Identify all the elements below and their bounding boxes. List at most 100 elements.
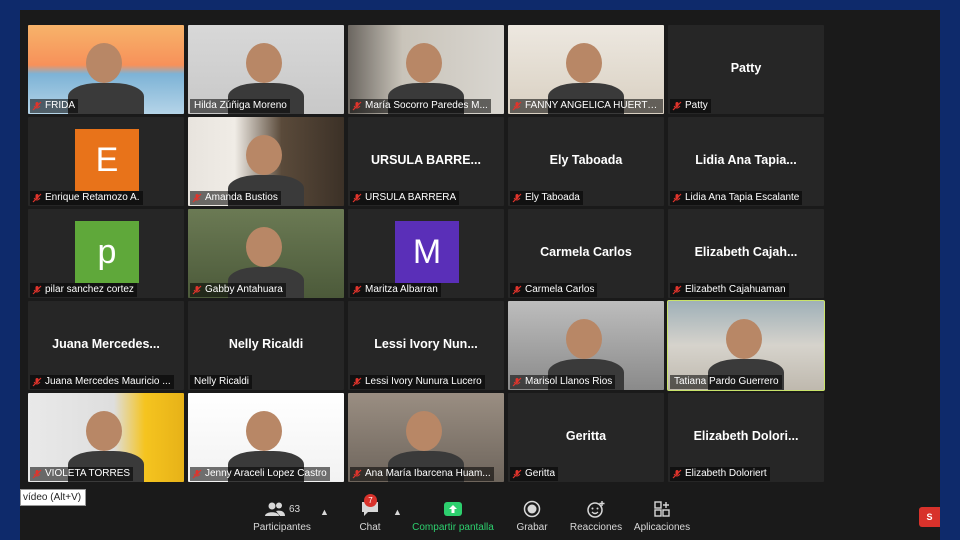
participant-tile[interactable]: Elizabeth Dolori... Elizabeth Doloriert: [668, 393, 824, 482]
participant-tile[interactable]: M Maritza Albarran: [348, 209, 504, 298]
muted-mic-icon: [32, 285, 42, 295]
muted-mic-icon: [192, 193, 202, 203]
participant-name-label: FRIDA: [30, 99, 78, 113]
participant-tile[interactable]: Hilda Zúñiga Moreno: [188, 25, 344, 114]
participants-count: 63: [288, 503, 301, 515]
participants-caret-icon[interactable]: ▲: [320, 507, 329, 517]
participant-name: Juana Mercedes Mauricio ...: [45, 376, 171, 387]
participant-name: Tatiana Pardo Guerrero: [674, 376, 779, 387]
participant-name-label: URSULA BARRERA: [350, 191, 460, 205]
reactions-button[interactable]: Reacciones: [568, 497, 624, 537]
participant-name: Gabby Antahuara: [205, 284, 283, 295]
end-meeting-button[interactable]: S: [919, 507, 940, 527]
participant-tile[interactable]: FANNY ANGELICA HUERTO...: [508, 25, 664, 114]
participant-name-label: Jenny Araceli Lopez Castro: [190, 467, 330, 481]
reactions-label: Reacciones: [569, 522, 623, 533]
muted-mic-icon: [352, 469, 362, 479]
participant-tile[interactable]: Ely Taboada Ely Taboada: [508, 117, 664, 206]
participant-face: [246, 43, 282, 83]
participant-tile[interactable]: Ana María Ibarcena Huam...: [348, 393, 504, 482]
participant-display-name: Nelly Ricaldi: [228, 337, 304, 351]
participant-tile[interactable]: Geritta Geritta: [508, 393, 664, 482]
participant-tile[interactable]: María Socorro Paredes M...: [348, 25, 504, 114]
participant-tile[interactable]: Tatiana Pardo Guerrero: [667, 300, 825, 391]
muted-mic-icon: [672, 193, 682, 203]
reactions-icon: [587, 501, 605, 518]
apps-button[interactable]: Aplicaciones: [632, 497, 692, 537]
video-tooltip: vídeo (Alt+V): [20, 489, 87, 506]
participant-display-name: Geritta: [565, 429, 607, 443]
muted-mic-icon: [32, 193, 42, 203]
participant-tile[interactable]: Lidia Ana Tapia... Lidia Ana Tapia Escala…: [668, 117, 824, 206]
participant-name-label: Nelly Ricaldi: [190, 375, 253, 389]
participant-gallery: FRIDA Hilda Zúñiga Moreno María Socorro Pa…: [28, 25, 826, 483]
participant-tile[interactable]: URSULA BARRE... URSULA BARRERA: [348, 117, 504, 206]
participant-tile[interactable]: Nelly Ricaldi Nelly Ricaldi: [188, 301, 344, 390]
muted-mic-icon: [352, 377, 362, 387]
participant-tile[interactable]: FRIDA: [28, 25, 184, 114]
participant-name: Elizabeth Cajahuaman: [685, 284, 786, 295]
participant-tile[interactable]: Lessi Ivory Nun... Lessi Ivory Nunura Luc…: [348, 301, 504, 390]
share-screen-icon: [444, 502, 462, 516]
participant-name: Elizabeth Doloriert: [685, 468, 767, 479]
participant-tile[interactable]: Marisol Llanos Rios: [508, 301, 664, 390]
participant-name-label: Patty: [670, 99, 711, 113]
participant-avatar: E: [75, 129, 139, 191]
participants-button[interactable]: 63 Participantes: [250, 497, 314, 537]
participant-name-label: Hilda Zúñiga Moreno: [190, 99, 290, 113]
share-screen-button[interactable]: Compartir pantalla: [410, 497, 496, 537]
record-button[interactable]: Grabar: [510, 497, 554, 537]
participant-tile[interactable]: VIOLETA TORRES: [28, 393, 184, 482]
participant-name: pilar sanchez cortez: [45, 284, 134, 295]
participant-name-label: Maritza Albarran: [350, 283, 441, 297]
participant-name: Lidia Ana Tapia Escalante: [685, 192, 800, 203]
participant-name-label: Carmela Carlos: [510, 283, 598, 297]
chat-label: Chat: [359, 522, 381, 533]
participant-display-name: URSULA BARRE...: [371, 153, 481, 167]
participant-tile[interactable]: Patty Patty: [668, 25, 824, 114]
chat-caret-icon[interactable]: ▲: [393, 507, 402, 517]
participant-tile[interactable]: Elizabeth Cajah... Elizabeth Cajahuaman: [668, 209, 824, 298]
participant-name-label: Amanda Bustios: [190, 191, 281, 205]
participant-tile[interactable]: Jenny Araceli Lopez Castro: [188, 393, 344, 482]
participant-name: Patty: [685, 100, 708, 111]
participant-name-label: Ely Taboada: [510, 191, 583, 205]
muted-mic-icon: [512, 377, 522, 387]
participant-tile[interactable]: Amanda Bustios: [188, 117, 344, 206]
apps-label: Aplicaciones: [633, 522, 691, 533]
participant-display-name: Carmela Carlos: [540, 245, 632, 259]
participant-tile[interactable]: E Enrique Retamozo A.: [28, 117, 184, 206]
participant-name: FRIDA: [45, 100, 75, 111]
participant-body: [68, 83, 144, 114]
participant-name-label: Lidia Ana Tapia Escalante: [670, 191, 803, 205]
record-icon: [523, 500, 541, 518]
participant-tile[interactable]: p pilar sanchez cortez: [28, 209, 184, 298]
muted-mic-icon: [512, 101, 522, 111]
participant-face: [86, 43, 122, 83]
participant-face: [406, 43, 442, 83]
participant-face: [246, 135, 282, 175]
chat-button[interactable]: 7 Chat: [350, 494, 390, 537]
participant-name: Ana María Ibarcena Huam...: [365, 468, 491, 479]
participant-tile[interactable]: Gabby Antahuara: [188, 209, 344, 298]
participant-name-label: Juana Mercedes Mauricio ...: [30, 375, 174, 389]
participant-name-label: Geritta: [510, 467, 559, 481]
participant-name: Ely Taboada: [525, 192, 580, 203]
participant-display-name: Elizabeth Dolori...: [693, 429, 799, 443]
muted-mic-icon: [32, 101, 42, 111]
participant-name-label: Tatiana Pardo Guerrero: [670, 375, 782, 389]
chat-badge: 7: [364, 494, 377, 507]
participant-tile[interactable]: Juana Mercedes... Juana Mercedes Mauricio…: [28, 301, 184, 390]
participant-name: URSULA BARRERA: [365, 192, 457, 203]
participant-face: [246, 411, 282, 451]
participant-name: Maritza Albarran: [365, 284, 438, 295]
participant-name-label: Marisol Llanos Rios: [510, 375, 616, 389]
participant-tile[interactable]: Carmela Carlos Carmela Carlos: [508, 209, 664, 298]
muted-mic-icon: [352, 193, 362, 203]
participant-name: FANNY ANGELICA HUERTO...: [525, 100, 660, 111]
apps-icon: [654, 501, 670, 517]
participants-label: Participantes: [253, 522, 311, 533]
participant-name-label: Lessi Ivory Nunura Lucero: [350, 375, 485, 389]
muted-mic-icon: [32, 377, 42, 387]
participant-name: VIOLETA TORRES: [45, 468, 131, 479]
